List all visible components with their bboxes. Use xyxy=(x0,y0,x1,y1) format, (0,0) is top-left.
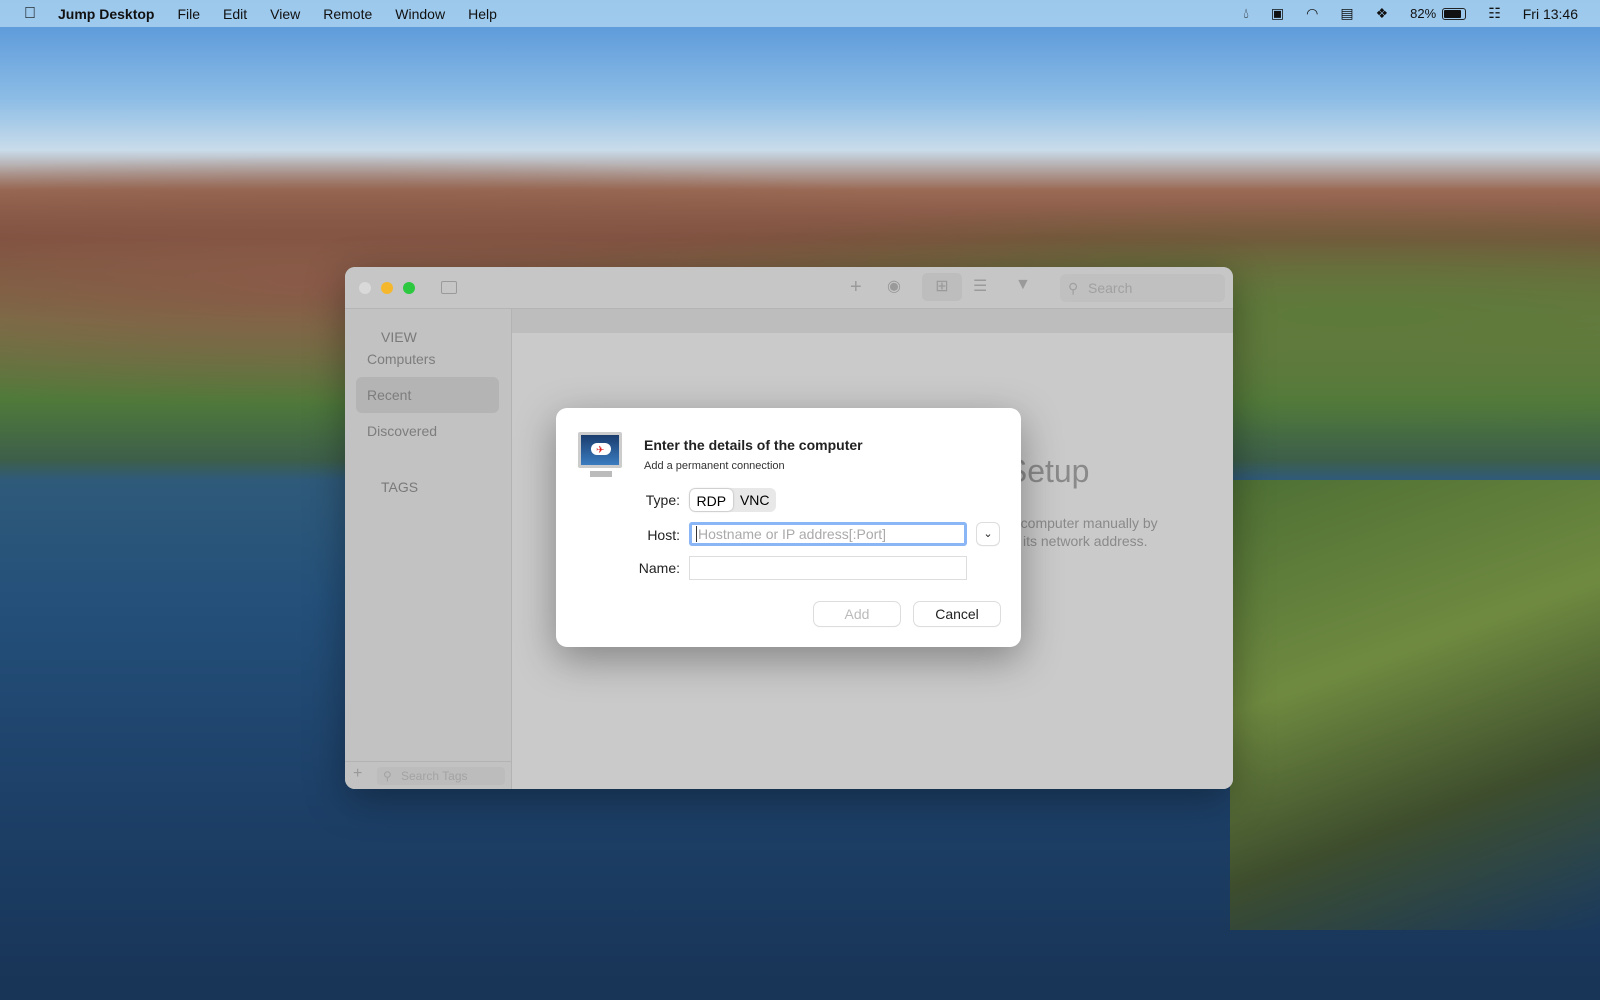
drop-icon[interactable]: 💧︎ xyxy=(1243,5,1249,22)
search-tags-field[interactable]: ⚲ Search Tags xyxy=(377,767,505,785)
menu-window[interactable]: Window xyxy=(395,6,445,22)
list-view-icon[interactable]: ☰ xyxy=(973,276,987,296)
minimize-button[interactable] xyxy=(381,282,393,294)
manual-setup-description: a computer manually by its network addres… xyxy=(1009,515,1158,549)
filter-icon[interactable]: ▼ xyxy=(1015,276,1031,294)
menu-help[interactable]: Help xyxy=(468,6,497,22)
dropbox-icon[interactable]: ❖ xyxy=(1376,5,1389,22)
host-input[interactable]: Hostname or IP address[:Port] xyxy=(689,522,967,546)
close-button[interactable] xyxy=(359,282,371,294)
dialog-subtitle: Add a permanent connection xyxy=(644,460,785,472)
battery-percent: 82% xyxy=(1410,6,1437,21)
eye-icon[interactable]: ◉ xyxy=(887,276,901,296)
type-rdp[interactable]: RDP xyxy=(690,489,733,511)
chevron-down-icon: ⌄ xyxy=(983,528,993,540)
menu-bar:  Jump Desktop File Edit View Remote Win… xyxy=(0,0,1600,27)
clock[interactable]: Fri 13:46 xyxy=(1523,6,1578,22)
menu-remote[interactable]: Remote xyxy=(323,6,372,22)
name-input[interactable] xyxy=(689,556,967,580)
computer-stand xyxy=(590,471,612,477)
apple-icon[interactable]:  xyxy=(24,5,36,23)
host-history-dropdown[interactable]: ⌄ xyxy=(977,523,999,545)
type-label: Type: xyxy=(645,492,680,508)
type-segmented-control: RDP VNC xyxy=(689,488,776,512)
menu-file[interactable]: File xyxy=(177,6,200,22)
add-tag-icon[interactable]: + xyxy=(353,765,362,783)
sidebar-toggle-icon[interactable] xyxy=(441,281,457,294)
dialog-title: Enter the details of the computer xyxy=(644,437,863,453)
content-header xyxy=(512,309,1233,333)
host-label: Host: xyxy=(647,527,680,543)
sidebar-item-computers[interactable]: Computers xyxy=(356,341,499,377)
cancel-button[interactable]: Cancel xyxy=(914,602,1000,626)
type-vnc[interactable]: VNC xyxy=(734,488,777,512)
menu-edit[interactable]: Edit xyxy=(223,6,247,22)
menu-view[interactable]: View xyxy=(270,6,300,22)
add-button[interactable]: Add xyxy=(814,602,900,626)
search-icon: ⚲ xyxy=(383,769,392,783)
add-computer-dialog: ✈ Enter the details of the computer Add … xyxy=(556,408,1021,647)
wallpaper-coast xyxy=(1230,480,1600,930)
search-icon: ⚲ xyxy=(1068,280,1079,296)
tags-header: TAGS xyxy=(381,479,419,495)
add-icon[interactable]: + xyxy=(850,276,862,299)
wifi-icon[interactable]: ◠ xyxy=(1306,5,1318,22)
battery-icon[interactable] xyxy=(1442,7,1467,20)
sidebar: VIEW Computers Recent Discovered TAGS + … xyxy=(345,309,512,789)
search-field[interactable]: ⚲ Search xyxy=(1060,274,1225,302)
control-center-icon[interactable]: ☷ xyxy=(1488,5,1501,22)
title-bar: + ◉ ⊞ ☰ ▼ ⚲ Search xyxy=(345,267,1233,309)
stack-icon[interactable]: ▣ xyxy=(1271,5,1284,22)
sidebar-item-discovered[interactable]: Discovered xyxy=(356,413,499,449)
sidebar-item-recent[interactable]: Recent xyxy=(356,377,499,413)
menu-app-name[interactable]: Jump Desktop xyxy=(58,6,154,22)
computer-icon: ✈ xyxy=(578,432,622,468)
zoom-button[interactable] xyxy=(403,282,415,294)
name-label: Name: xyxy=(638,560,680,576)
memory-icon[interactable]: ▤ xyxy=(1340,5,1353,22)
grid-view-icon[interactable]: ⊞ xyxy=(922,273,962,301)
